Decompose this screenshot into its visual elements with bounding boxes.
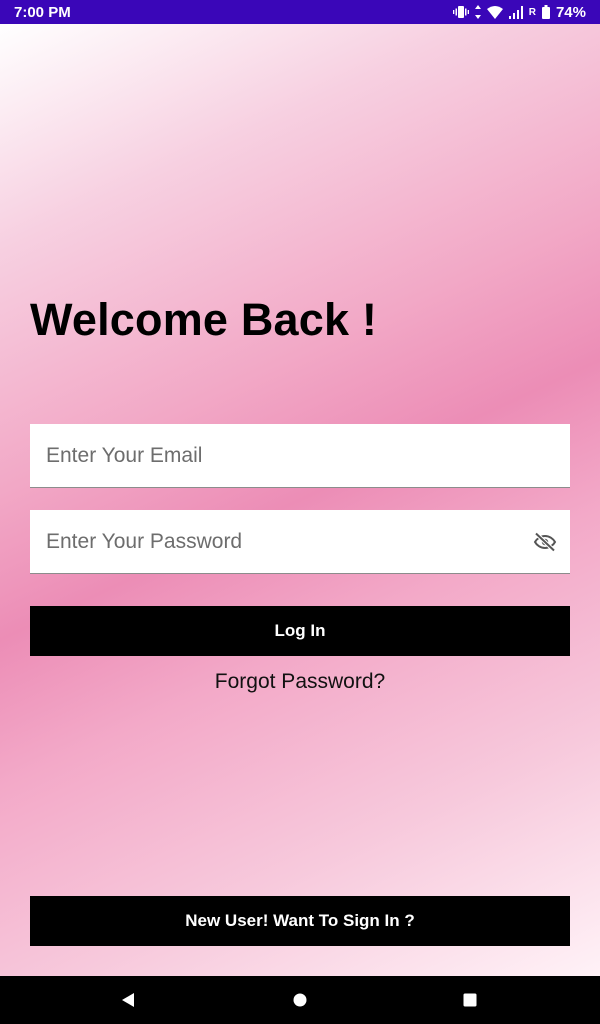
password-field[interactable] bbox=[30, 510, 570, 573]
login-screen: Welcome Back ! Log In Forgot Password? N… bbox=[0, 24, 600, 976]
forgot-password-link[interactable]: Forgot Password? bbox=[0, 670, 600, 694]
battery-icon bbox=[541, 5, 550, 19]
cell-signal-icon bbox=[508, 5, 523, 19]
signup-button[interactable]: New User! Want To Sign In ? bbox=[30, 896, 570, 946]
status-time: 7:00 PM bbox=[14, 3, 71, 21]
roaming-indicator: R bbox=[528, 6, 536, 18]
visibility-off-icon[interactable] bbox=[532, 529, 558, 555]
app-screen: 7:00 PM R 74% Welcome Back ! Enter Your … bbox=[0, 0, 600, 1024]
status-icons: R 74% bbox=[452, 3, 586, 21]
password-field-container bbox=[30, 510, 570, 574]
home-icon[interactable] bbox=[270, 976, 330, 1024]
page-title: Welcome Back ! bbox=[30, 294, 378, 345]
vibrate-icon bbox=[452, 5, 469, 19]
login-button[interactable]: Log In bbox=[30, 606, 570, 656]
back-icon[interactable] bbox=[98, 976, 158, 1024]
email-field[interactable] bbox=[30, 424, 570, 487]
data-arrows-icon bbox=[474, 5, 481, 19]
wifi-icon bbox=[486, 5, 503, 19]
navigation-bar bbox=[0, 976, 600, 1024]
status-bar: 7:00 PM R 74% bbox=[0, 0, 600, 24]
email-field-container bbox=[30, 424, 570, 488]
battery-percent: 74% bbox=[555, 3, 586, 21]
recents-icon[interactable] bbox=[440, 976, 500, 1024]
